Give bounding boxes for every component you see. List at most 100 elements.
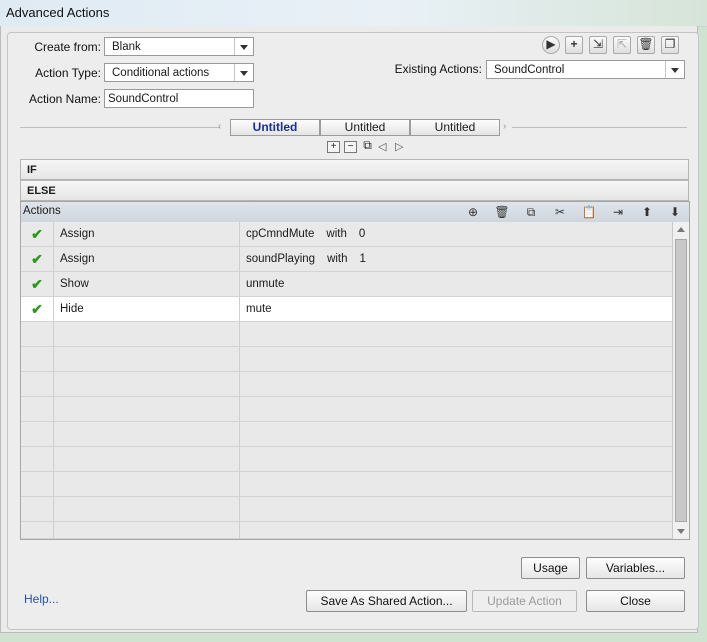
- paste-action-icon[interactable]: 📋: [581, 204, 597, 220]
- delete-action-icon[interactable]: 🗑: [494, 204, 510, 220]
- empty-cell: [54, 397, 240, 421]
- window-title: Advanced Actions: [6, 5, 110, 20]
- empty-cell: [54, 347, 240, 371]
- command-cell[interactable]: Hide: [54, 297, 240, 321]
- empty-row[interactable]: [21, 497, 672, 522]
- empty-cell: [21, 372, 54, 396]
- table-row[interactable]: ✔ Assign soundPlaying with 1: [21, 247, 672, 272]
- empty-cell: [21, 322, 54, 346]
- tab-condition-2[interactable]: Untitled: [320, 119, 410, 136]
- table-row[interactable]: ✔ Assign cpCmndMute with 0: [21, 222, 672, 247]
- empty-cell: [240, 497, 672, 521]
- existing-actions-dropdown[interactable]: SoundControl: [486, 60, 685, 79]
- chevron-down-icon: [665, 61, 684, 78]
- parameter-cell[interactable]: soundPlaying with 1: [240, 247, 672, 271]
- parameter-cell[interactable]: cpCmndMute with 0: [240, 222, 672, 246]
- action-type-dropdown[interactable]: Conditional actions: [104, 63, 254, 82]
- status-check-icon: ✔: [21, 247, 54, 271]
- remove-decision-icon[interactable]: −: [344, 141, 357, 153]
- scroll-right-icon[interactable]: ›: [503, 121, 506, 132]
- scroll-down-icon[interactable]: [677, 529, 685, 534]
- chevron-down-icon: [234, 38, 253, 55]
- empty-cell: [240, 422, 672, 446]
- copy-decision-icon[interactable]: ⧉: [361, 139, 374, 153]
- tab-condition-3[interactable]: Untitled: [410, 119, 500, 136]
- add-decision-icon[interactable]: +: [327, 141, 340, 153]
- duplicate-icon[interactable]: ❐: [661, 36, 679, 54]
- preview-icon[interactable]: ▶: [542, 36, 560, 54]
- table-row-selected[interactable]: ✔ Hide mute: [21, 297, 672, 322]
- empty-row[interactable]: [21, 522, 672, 539]
- save-shared-action-button[interactable]: Save As Shared Action...: [306, 590, 467, 612]
- else-section-header[interactable]: ELSE: [20, 180, 689, 201]
- command-cell[interactable]: Assign: [54, 222, 240, 246]
- import-icon[interactable]: ⇲: [589, 36, 607, 54]
- empty-row[interactable]: [21, 372, 672, 397]
- empty-cell: [240, 372, 672, 396]
- empty-cell: [21, 497, 54, 521]
- scroll-up-icon[interactable]: [677, 227, 685, 232]
- move-up-icon[interactable]: ⬆: [639, 204, 655, 220]
- empty-row[interactable]: [21, 447, 672, 472]
- export-icon[interactable]: ⇱: [613, 36, 631, 54]
- empty-cell: [21, 397, 54, 421]
- vertical-scrollbar[interactable]: [672, 222, 689, 539]
- move-left-icon[interactable]: ◁: [378, 140, 386, 153]
- empty-cell: [240, 347, 672, 371]
- empty-row[interactable]: [21, 472, 672, 497]
- action-type-value: Conditional actions: [112, 67, 210, 79]
- empty-row[interactable]: [21, 322, 672, 347]
- copy-action-icon[interactable]: ⧉: [523, 204, 539, 220]
- actions-grid-header: Actions ⊕ 🗑 ⧉ ✂ 📋 ⇥ ⬆ ⬇: [21, 202, 689, 223]
- empty-cell: [54, 522, 240, 539]
- indent-action-icon[interactable]: ⇥: [610, 204, 626, 220]
- parameter-cell[interactable]: mute: [240, 297, 672, 321]
- empty-cell: [21, 347, 54, 371]
- actions-grid: Actions ⊕ 🗑 ⧉ ✂ 📋 ⇥ ⬆ ⬇ ✔ Assign cpCmndM…: [20, 201, 690, 540]
- empty-cell: [21, 422, 54, 446]
- help-link[interactable]: Help...: [24, 592, 59, 606]
- empty-cell: [21, 472, 54, 496]
- table-row[interactable]: ✔ Show unmute: [21, 272, 672, 297]
- tab-condition-1[interactable]: Untitled: [230, 119, 320, 136]
- update-action-button[interactable]: Update Action: [472, 590, 577, 612]
- delete-icon[interactable]: 🗑: [637, 36, 655, 54]
- add-action-icon[interactable]: +: [565, 36, 583, 54]
- action-name-input[interactable]: SoundControl: [104, 89, 254, 108]
- close-button[interactable]: Close: [586, 590, 685, 612]
- tabs-divider-right: [512, 127, 687, 128]
- usage-button[interactable]: Usage: [521, 557, 580, 579]
- move-right-icon[interactable]: ▷: [395, 140, 403, 153]
- create-from-dropdown[interactable]: Blank: [104, 37, 254, 56]
- insert-action-icon[interactable]: ⊕: [465, 204, 481, 220]
- if-section-header[interactable]: IF: [20, 159, 689, 180]
- cut-action-icon[interactable]: ✂: [552, 204, 568, 220]
- empty-cell: [54, 472, 240, 496]
- empty-row[interactable]: [21, 347, 672, 372]
- status-check-icon: ✔: [21, 297, 54, 321]
- action-type-label: Action Type:: [35, 66, 101, 80]
- scroll-left-icon[interactable]: ‹: [218, 121, 221, 132]
- chevron-down-icon: [234, 64, 253, 81]
- actions-header-label: Actions: [23, 205, 61, 217]
- action-name-value: SoundControl: [108, 93, 179, 105]
- variables-button[interactable]: Variables...: [586, 557, 685, 579]
- empty-row[interactable]: [21, 397, 672, 422]
- scroll-thumb[interactable]: [675, 239, 687, 522]
- empty-row[interactable]: [21, 422, 672, 447]
- empty-cell: [54, 372, 240, 396]
- empty-cell: [240, 397, 672, 421]
- move-down-icon[interactable]: ⬇: [667, 204, 683, 220]
- empty-cell: [240, 447, 672, 471]
- empty-cell: [54, 322, 240, 346]
- tabs-divider-left: [20, 127, 220, 128]
- status-check-icon: ✔: [21, 272, 54, 296]
- empty-cell: [240, 322, 672, 346]
- empty-cell: [21, 522, 54, 539]
- command-cell[interactable]: Assign: [54, 247, 240, 271]
- command-cell[interactable]: Show: [54, 272, 240, 296]
- empty-cell: [54, 497, 240, 521]
- action-name-label: Action Name:: [28, 92, 101, 106]
- existing-actions-value: SoundControl: [494, 64, 565, 76]
- parameter-cell[interactable]: unmute: [240, 272, 672, 296]
